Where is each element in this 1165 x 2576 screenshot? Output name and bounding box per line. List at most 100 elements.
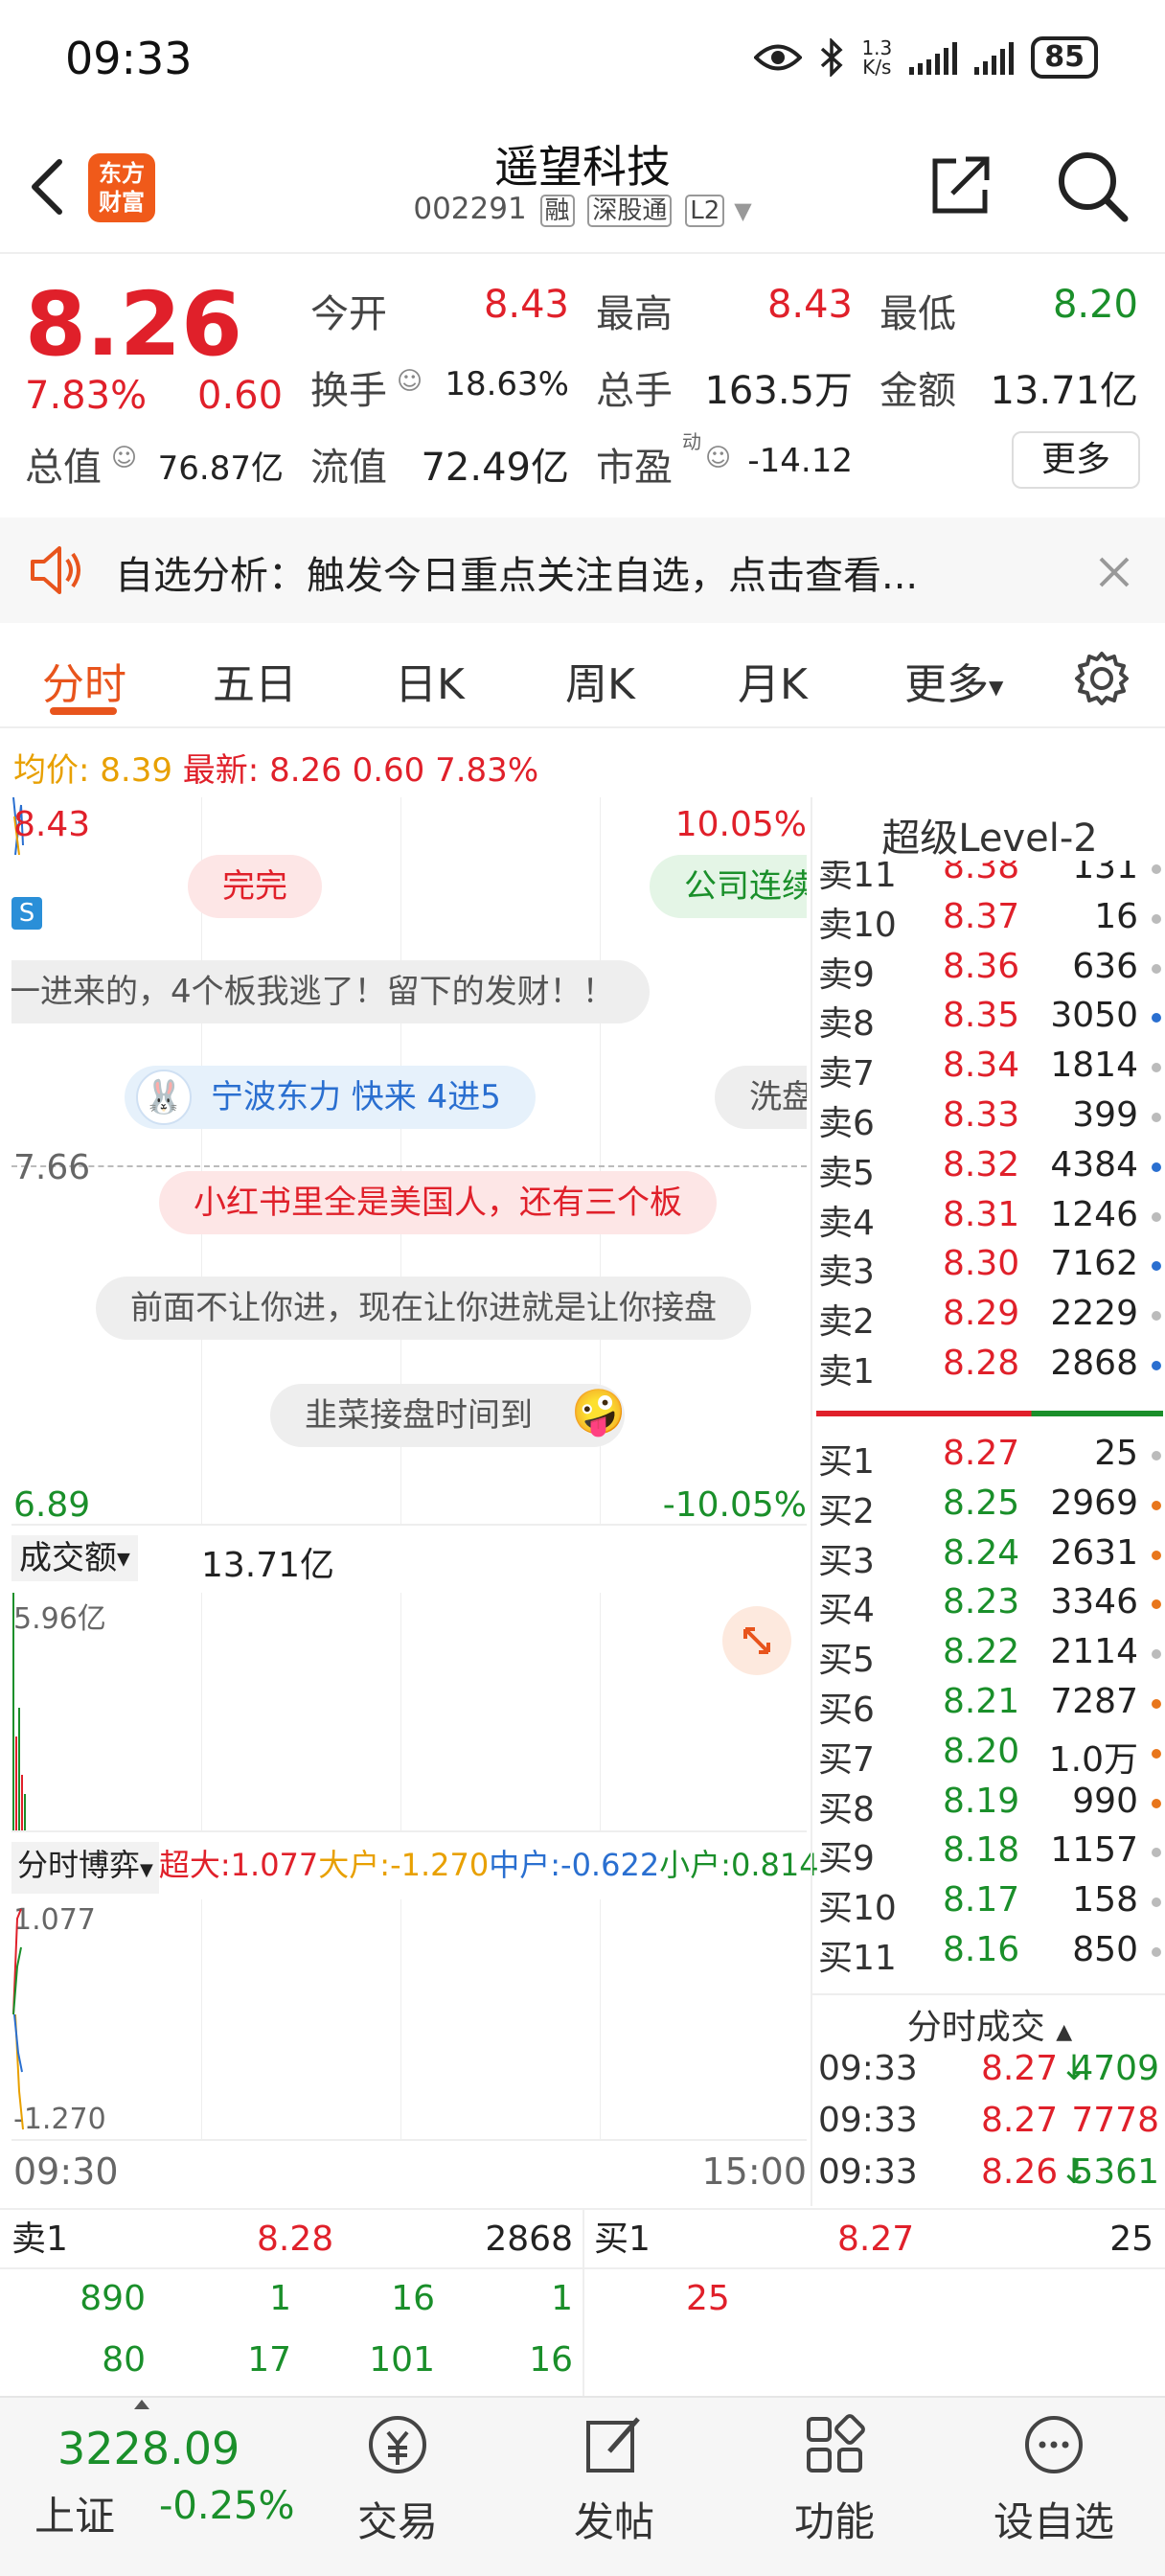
analysis-banner[interactable]: 自选分析：触发今日重点关注自选，点击查看... [0, 518, 1165, 623]
ask-price: 8.31 [943, 1194, 1020, 1234]
bid-volume: 2631 [1050, 1532, 1138, 1573]
ask-volume: 2868 [1050, 1344, 1138, 1383]
expand-icon[interactable] [722, 1606, 791, 1675]
ask-row[interactable]: 卖4 8.31 1246 [818, 1195, 1163, 1245]
bid-row[interactable]: 买8 8.19 990 [818, 1782, 1163, 1831]
tab-weekly-k[interactable]: 周K [565, 650, 635, 711]
bid1-label: 买1 [594, 2220, 651, 2259]
ask-volume: 7162 [1050, 1244, 1138, 1284]
quote-panel: 8.26 7.83% 0.60 今开 8.43 最高 8.43 最低 8.20 … [0, 254, 1165, 513]
order-dot [1152, 1311, 1161, 1322]
ask1-row[interactable]: 卖1 8.28 2868 [0, 2210, 582, 2269]
danmaku-bullet[interactable]: 前面不让你进，现在让你进就是让你接盘 [96, 1276, 751, 1340]
marker-s[interactable]: S [11, 897, 42, 930]
index-widget[interactable]: 3228.09 上证 -0.25% [0, 2398, 316, 2576]
ticks-title[interactable]: 分时成交 ▲ [812, 1999, 1165, 2049]
low-label: 最低 [879, 292, 956, 336]
pct-min-label: -10.05% [662, 1485, 807, 1525]
ask-volume: 2229 [1050, 1294, 1138, 1334]
caret-down-icon[interactable]: ▼ [734, 197, 751, 224]
ask-price: 8.35 [943, 996, 1020, 1036]
info-icon[interactable]: ☺ [111, 444, 137, 472]
ask-row[interactable]: 卖9 8.36 636 [818, 947, 1163, 997]
ask-row[interactable]: 卖7 8.34 1814 [818, 1046, 1163, 1095]
status-time: 09:33 [65, 33, 193, 84]
volume-bars [12, 1593, 26, 1830]
nav-post[interactable]: 发帖 [552, 2398, 676, 2576]
nav-features[interactable]: 功能 [772, 2398, 897, 2576]
ask-row[interactable]: 卖10 8.37 16 [818, 897, 1163, 947]
tab-monthly-k[interactable]: 月K [738, 650, 808, 711]
bid-price: 8.17 [943, 1880, 1020, 1920]
bid-list[interactable]: 买1 8.27 25 买2 8.25 2969 买3 8.24 2631 买4 8.23 3346 买5… [812, 1434, 1165, 1990]
nav-add-watchlist-label: 设自选 [993, 2498, 1114, 2545]
ask1-label: 卖1 [11, 2220, 68, 2259]
flow-select-label: 分时博弈 [17, 1847, 141, 1883]
bid-price: 8.18 [943, 1830, 1020, 1871]
amount-value: 13.71亿 [990, 369, 1138, 413]
mktcap-label: 总值 [25, 446, 102, 490]
ask-row[interactable]: 卖3 8.30 7162 [818, 1244, 1163, 1294]
bid-row[interactable]: 买7 8.20 1.0万 [818, 1732, 1163, 1782]
bid-level-label: 买3 [818, 1541, 875, 1581]
ask-row[interactable]: 卖11 8.38 131 [818, 861, 1163, 897]
ask-row[interactable]: 卖1 8.28 2868 [818, 1344, 1163, 1388]
bid-row[interactable]: 买4 8.23 3346 [818, 1582, 1163, 1632]
ask-level-label: 卖10 [818, 905, 897, 945]
tab-daily-k[interactable]: 日K [395, 650, 465, 711]
danmaku-bullet[interactable]: 一进来的，4个板我逃了！留下的发财！！ [11, 960, 650, 1024]
bid-row[interactable]: 买10 8.17 158 [818, 1880, 1163, 1930]
latest-change: 0.60 [352, 751, 425, 790]
bid1-row[interactable]: 买1 8.27 25 [584, 2210, 1165, 2269]
high-label: 最高 [596, 292, 673, 336]
ask-row[interactable]: 卖2 8.29 2229 [818, 1294, 1163, 1344]
bid-row[interactable]: 买1 8.27 25 [818, 1434, 1163, 1484]
flow-panel[interactable]: 1.077 -1.270 [11, 1899, 807, 2141]
bid-price: 8.24 [943, 1532, 1020, 1573]
bid1-price: 8.27 [837, 2220, 915, 2259]
tab-intraday[interactable]: 分时 [42, 650, 126, 711]
tab-more[interactable]: 更多▼ [904, 650, 1003, 711]
divider [812, 1993, 1165, 1995]
flow-select[interactable]: 分时博弈▼ [11, 1842, 159, 1894]
more-button[interactable]: 更多 [1012, 431, 1140, 489]
ask-row[interactable]: 卖6 8.33 399 [818, 1095, 1163, 1145]
bid-row[interactable]: 买5 8.22 2114 [818, 1632, 1163, 1682]
bid-row[interactable]: 买6 8.21 7287 [818, 1682, 1163, 1732]
close-icon[interactable] [1098, 556, 1131, 588]
danmaku-bullet[interactable]: 完完 [188, 855, 322, 918]
tab-five-day[interactable]: 五日 [213, 650, 297, 711]
grid-icon [807, 2414, 865, 2472]
bid-level-label: 买5 [818, 1641, 875, 1681]
info-icon[interactable]: ☺ [705, 444, 731, 472]
nav-add-watchlist[interactable]: 设自选 [977, 2398, 1131, 2576]
ask-list[interactable]: 卖11 8.38 131 卖10 8.37 16 卖9 8.36 636 卖8 8.35 3050 卖7… [812, 861, 1165, 1388]
ask1-vol: 2868 [485, 2220, 573, 2259]
intraday-chart[interactable]: 8.43 10.05% S 7.66 6.89 -10.05% 完完 公司连续 … [11, 797, 819, 2193]
search-icon[interactable] [1054, 148, 1131, 224]
flow-small-label: 小户: [659, 1847, 731, 1883]
avg-label: 均价: [13, 751, 90, 790]
index-change: -0.25% [159, 2484, 295, 2528]
order-book-title[interactable]: 超级Level-2 [812, 807, 1165, 862]
ask-volume: 636 [1072, 946, 1138, 986]
bid-row[interactable]: 买2 8.25 2969 [818, 1484, 1163, 1533]
danmaku-bullet[interactable]: 洗盘 [715, 1066, 807, 1129]
tick-price: 8.27 [981, 2101, 1059, 2140]
ask-row[interactable]: 卖8 8.35 3050 [818, 996, 1163, 1046]
info-icon[interactable]: ☺ [397, 367, 423, 396]
volume-panel[interactable]: 5.96亿 [11, 1593, 807, 1832]
share-icon[interactable] [927, 151, 994, 218]
nav-trade[interactable]: 交易 [335, 2398, 460, 2576]
danmaku-bullet[interactable]: 公司连续 [650, 855, 807, 918]
ask-row[interactable]: 卖5 8.32 4384 [818, 1145, 1163, 1195]
bid-row[interactable]: 买9 8.18 1157 [818, 1830, 1163, 1880]
bid-volume: 25 [1094, 1434, 1138, 1473]
ask-price: 8.28 [943, 1344, 1020, 1383]
volume-select[interactable]: 成交额▼ [11, 1535, 138, 1581]
gear-icon[interactable] [1073, 650, 1131, 707]
bid-row[interactable]: 买11 8.16 850 [818, 1930, 1163, 1980]
bid-row[interactable]: 买3 8.24 2631 [818, 1533, 1163, 1583]
danmaku-bullet[interactable]: 小红书里全是美国人，还有三个板 [159, 1171, 717, 1234]
price-panel[interactable]: 8.43 10.05% S 7.66 6.89 -10.05% 完完 公司连续 … [11, 797, 807, 1526]
